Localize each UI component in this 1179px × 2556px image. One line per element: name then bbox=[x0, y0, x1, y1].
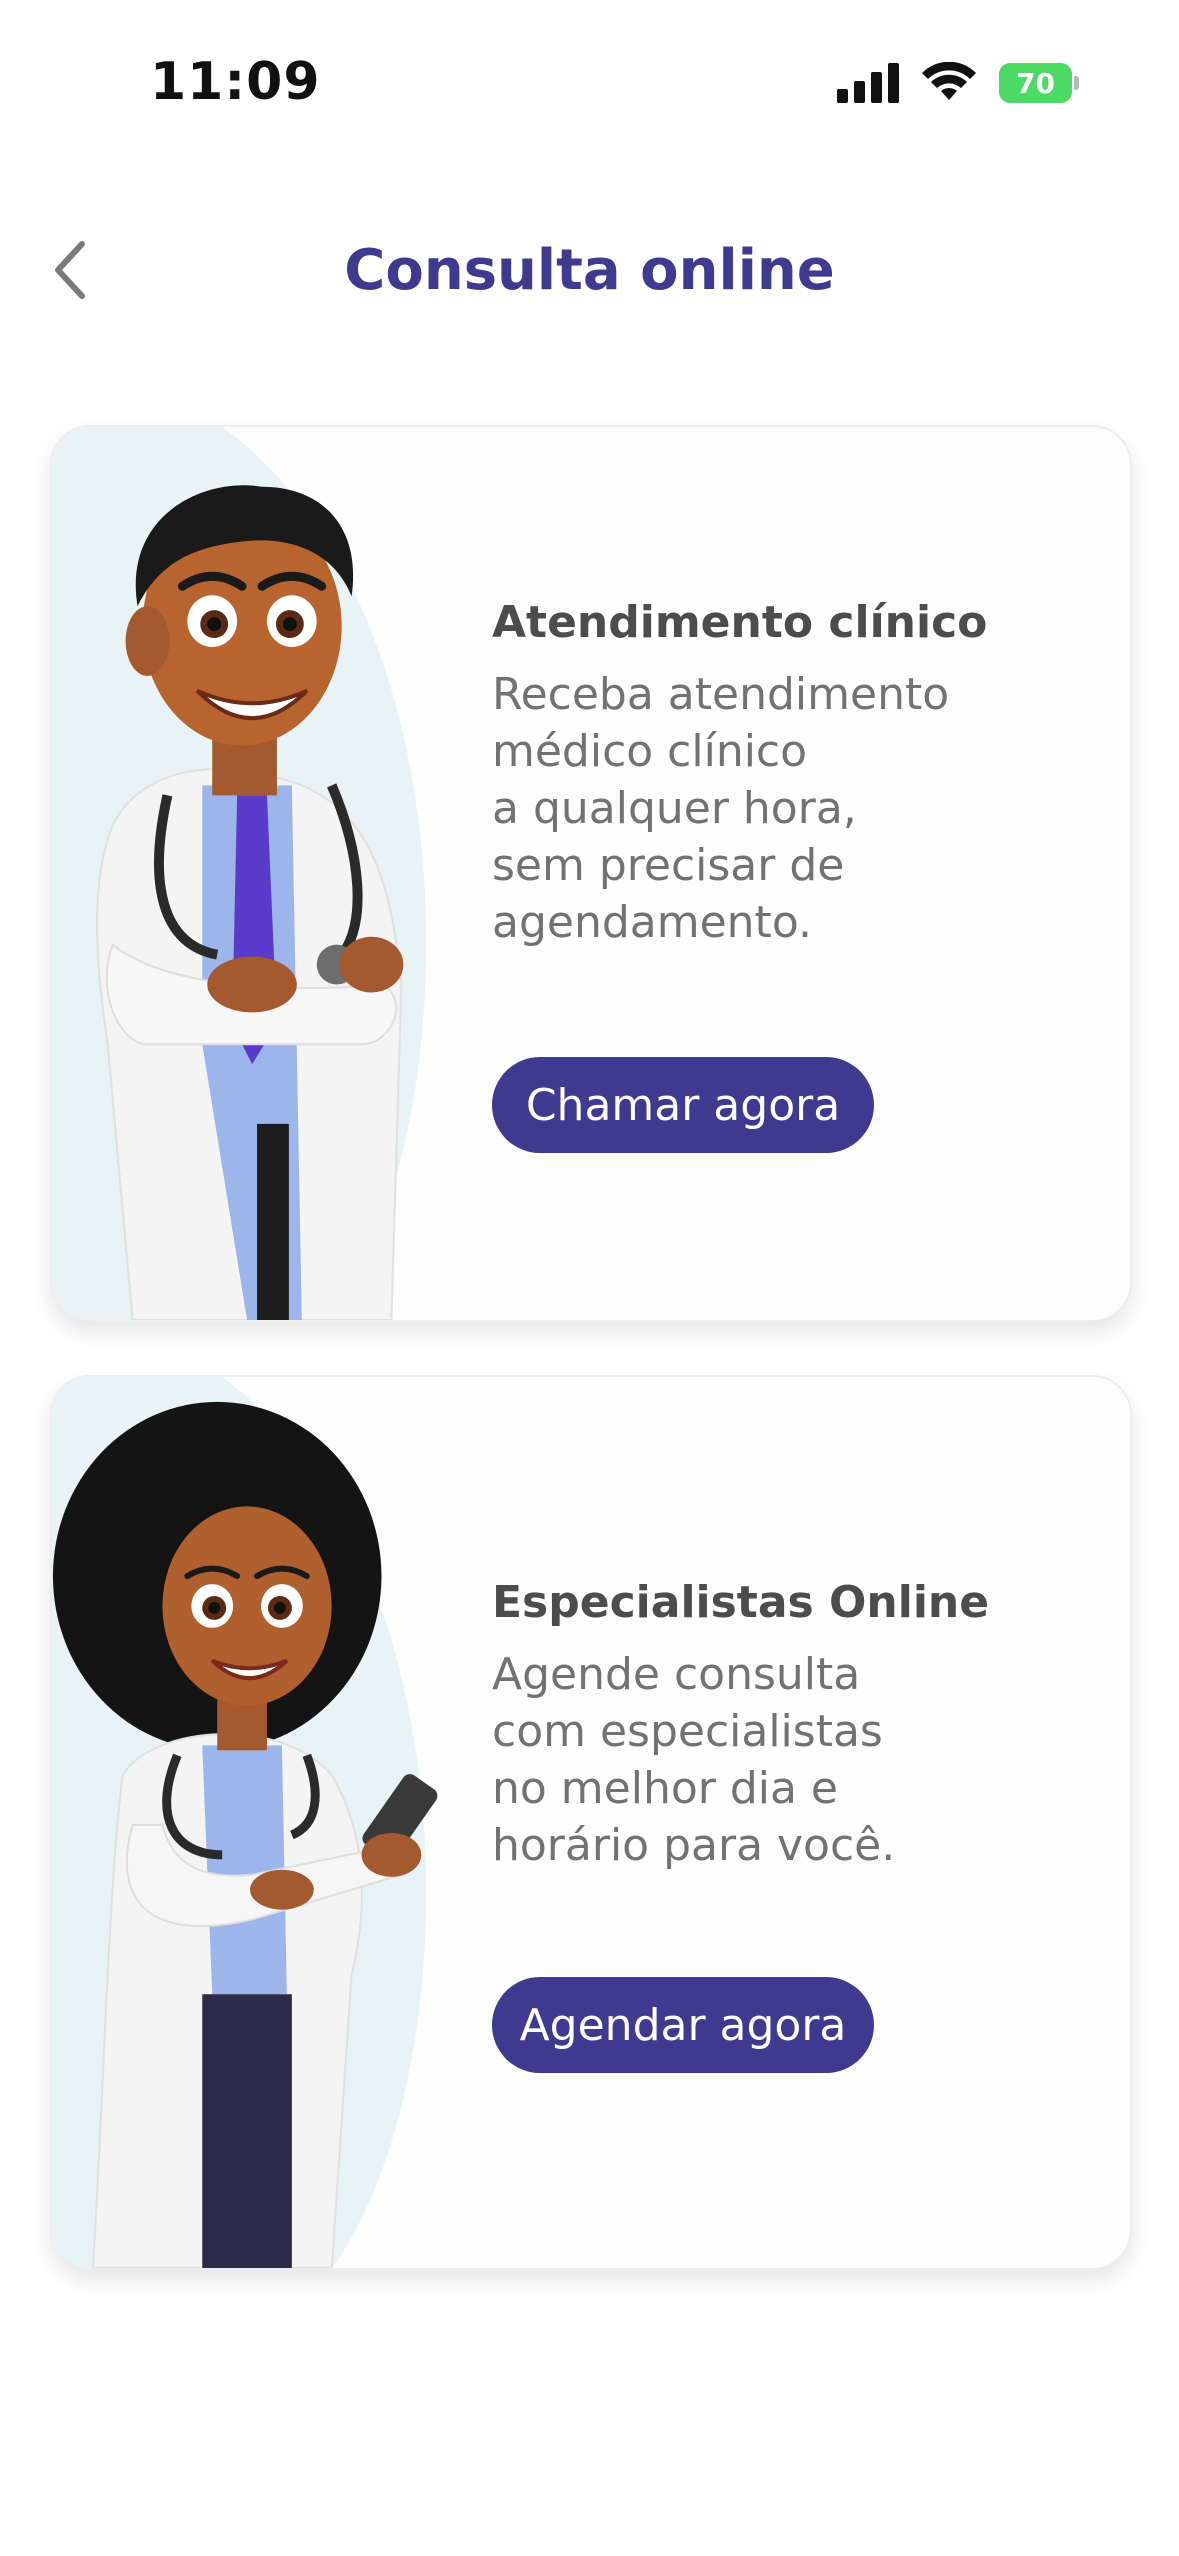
header: Consulta online bbox=[0, 200, 1179, 340]
card-title: Atendimento clínico bbox=[492, 597, 988, 648]
battery-icon: 70 bbox=[999, 63, 1079, 103]
status-time: 11:09 bbox=[150, 52, 321, 112]
male-doctor-illustration bbox=[96, 485, 404, 1320]
card-text: Especialistas Online Agende consulta com… bbox=[492, 1577, 1092, 1874]
cellular-signal-icon bbox=[837, 63, 899, 103]
card-title: Especialistas Online bbox=[492, 1577, 990, 1628]
status-icons: 70 bbox=[837, 62, 1079, 104]
call-now-button[interactable]: Chamar agora bbox=[492, 1057, 874, 1153]
wifi-icon bbox=[922, 62, 976, 100]
page-title: Consulta online bbox=[344, 238, 835, 303]
card-text: Atendimento clínico Receba atendimento m… bbox=[492, 597, 1092, 951]
card-description: Agende consulta com especialistas no mel… bbox=[492, 1649, 896, 1871]
specialists-card: Especialistas Online Agende consulta com… bbox=[50, 1375, 1132, 2270]
female-doctor-illustration bbox=[52, 1401, 438, 2268]
schedule-now-button[interactable]: Agendar agora bbox=[492, 1977, 874, 2073]
card-description: Receba atendimento médico clínico a qual… bbox=[492, 669, 950, 948]
status-bar: 11:09 70 bbox=[0, 0, 1179, 170]
clinical-care-card: Atendimento clínico Receba atendimento m… bbox=[50, 425, 1132, 1322]
battery-level: 70 bbox=[999, 63, 1073, 103]
